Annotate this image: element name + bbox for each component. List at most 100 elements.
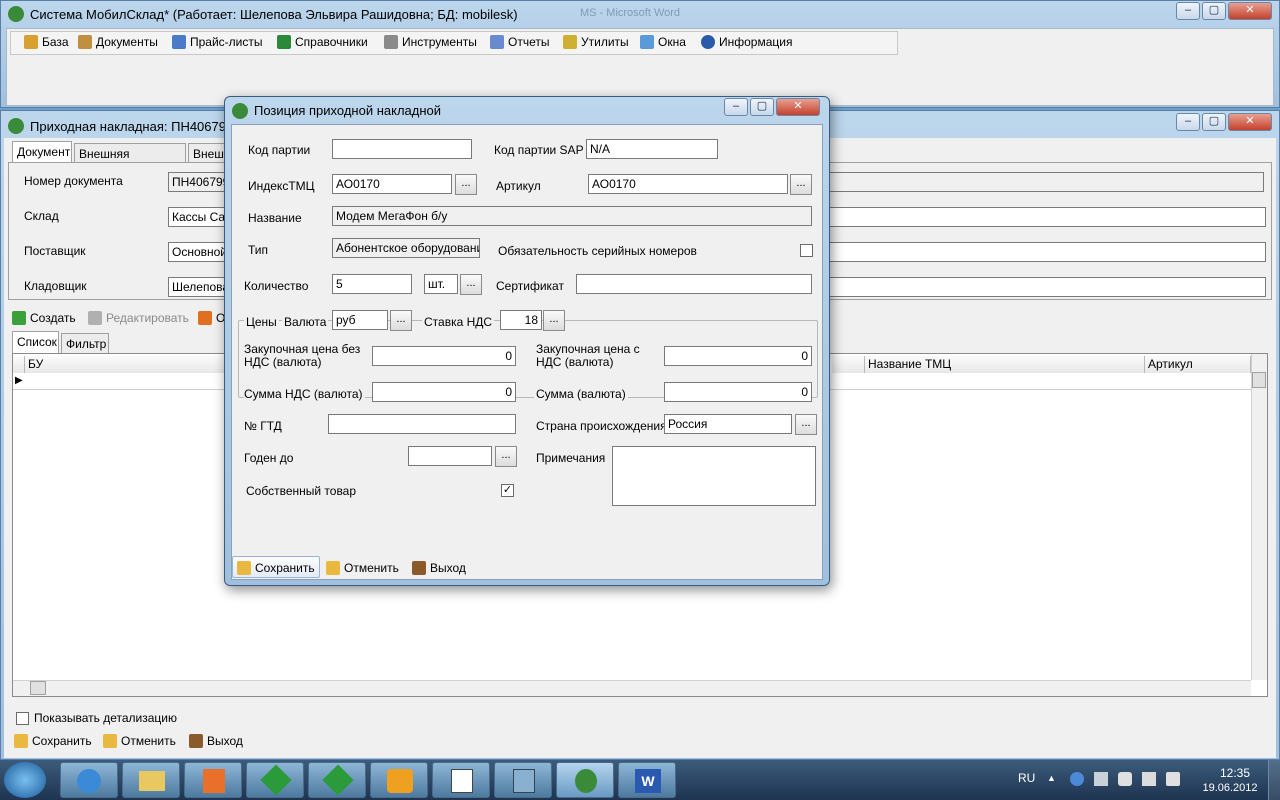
grid-header-article[interactable]: Артикул [1145,356,1251,373]
taskbar-media[interactable] [184,762,242,798]
grid-header-blank[interactable] [832,356,865,373]
name-field[interactable]: Модем МегаФон б/у [332,206,812,226]
menu-tools[interactable]: Инструменты [384,35,477,49]
taskbar-mobilsklad[interactable] [556,762,614,798]
menu-pricelists[interactable]: Прайс-листы [172,35,263,49]
unit-field[interactable]: шт. [424,274,458,294]
serial-required-checkbox[interactable] [800,244,813,257]
menu-info[interactable]: Информация [701,35,792,49]
type-field[interactable]: Абонентское оборудование [332,238,480,258]
create-button[interactable]: Создать [12,311,76,325]
sap-code-field[interactable]: N/A [586,139,718,159]
maximize-button[interactable]: ▢ [1202,113,1226,131]
unit-browse-button[interactable]: ... [460,274,482,295]
vertical-scrollbar[interactable] [1251,354,1267,680]
batch-code-field[interactable] [332,139,472,159]
minimize-button[interactable]: – [1176,2,1200,20]
country-field[interactable]: Россия [664,414,792,434]
vat-rate-label: Ставка НДС [422,315,495,329]
warehouse-label: Склад [24,209,59,223]
batch-code-label: Код партии [248,143,311,157]
menu-documents[interactable]: Документы [78,35,158,49]
price-no-vat-field[interactable]: 0 [372,346,516,366]
vat-sum-field[interactable]: 0 [372,382,516,402]
country-browse-button[interactable]: ... [795,414,817,435]
menu-reports[interactable]: Отчеты [490,35,549,49]
quantity-field[interactable]: 5 [332,274,412,294]
sum-field[interactable]: 0 [664,382,812,402]
taskbar-settings[interactable] [494,762,552,798]
app-logo-icon [232,103,248,119]
plus-icon [12,311,26,325]
own-goods-label: Собственный товар [246,484,357,498]
dialog-minimize-button[interactable]: – [724,98,748,116]
price-no-vat-label: Закупочная цена без НДС (валюта) [244,342,361,369]
taskbar-solitaire[interactable] [432,762,490,798]
menu-references[interactable]: Справочники [277,35,368,49]
users-icon [172,35,186,49]
dialog-maximize-button[interactable]: ▢ [750,98,774,116]
country-label: Страна происхождения [536,419,667,433]
expiry-field[interactable] [408,446,492,466]
horizontal-scroll-thumb[interactable] [30,681,46,695]
grid-header-name[interactable]: Название ТМЦ [865,356,1145,373]
dialog-save-button[interactable]: Сохранить [237,561,315,575]
clock-date[interactable]: 19.06.2012 [1195,782,1265,794]
start-button[interactable] [4,762,46,798]
internet-explorer-icon [77,769,101,793]
tab-list[interactable]: Список [12,331,59,353]
other-button[interactable]: О [198,311,225,325]
close-button[interactable]: ✕ [1228,2,1272,20]
tab-filter[interactable]: Фильтр [61,333,109,353]
tray-expand-icon[interactable]: ▲ [1047,773,1056,783]
item-index-field[interactable]: АО0170 [332,174,452,194]
expiry-browse-button[interactable]: ... [495,446,517,467]
language-indicator[interactable]: RU [1018,771,1035,785]
menu-windows[interactable]: Окна [640,35,686,49]
tray-volume-icon[interactable] [1118,772,1132,786]
notes-field[interactable] [612,446,816,506]
cancel-button[interactable]: Отменить [103,734,176,748]
close-button[interactable]: ✕ [1228,113,1272,131]
menu-base[interactable]: База [24,35,69,49]
taskbar-app-2[interactable] [308,762,366,798]
taskbar-outlook[interactable] [370,762,428,798]
dialog-exit-button[interactable]: Выход [412,561,466,575]
article-browse-button[interactable]: ... [790,174,812,195]
clock-time[interactable]: 12:35 [1205,766,1265,780]
tray-network-icon[interactable] [1070,772,1084,786]
tab-document[interactable]: Документ [12,141,72,163]
taskbar-app-1[interactable] [246,762,304,798]
gtd-field[interactable] [328,414,516,434]
maximize-button[interactable]: ▢ [1202,2,1226,20]
article-field[interactable]: АО0170 [588,174,788,194]
dialog-close-button[interactable]: ✕ [776,98,820,116]
vat-rate-browse-button[interactable]: ... [543,310,565,331]
exit-button[interactable]: Выход [189,734,243,748]
save-button[interactable]: Сохранить [14,734,92,748]
tray-device-icon[interactable] [1094,772,1108,786]
item-index-browse-button[interactable]: ... [455,174,477,195]
dialog-cancel-button[interactable]: Отменить [326,561,399,575]
show-detail-checkbox[interactable] [16,712,29,725]
show-desktop-button[interactable] [1268,760,1280,800]
taskbar-word[interactable]: W [618,762,676,798]
vertical-scroll-thumb[interactable] [1252,372,1266,388]
horizontal-scrollbar[interactable] [13,680,1251,696]
taskbar-ie[interactable] [60,762,118,798]
own-goods-checkbox[interactable]: ✓ [501,484,514,497]
vat-rate-field[interactable]: 18 [500,310,542,330]
menu-utilities[interactable]: Утилиты [563,35,629,49]
certificate-field[interactable] [576,274,812,294]
tray-display-icon[interactable] [1142,772,1156,786]
edit-button[interactable]: Редактировать [88,311,189,325]
currency-browse-button[interactable]: ... [390,310,412,331]
price-with-vat-field[interactable]: 0 [664,346,812,366]
taskbar-explorer[interactable] [122,762,180,798]
grid-header-bu[interactable]: БУ [25,356,225,373]
minimize-button[interactable]: – [1176,113,1200,131]
tab-external-invoice[interactable]: Внешняя накладная [74,143,186,175]
folder-icon [139,771,165,791]
tray-flag-icon[interactable] [1166,772,1180,786]
currency-field[interactable]: руб [332,310,388,330]
